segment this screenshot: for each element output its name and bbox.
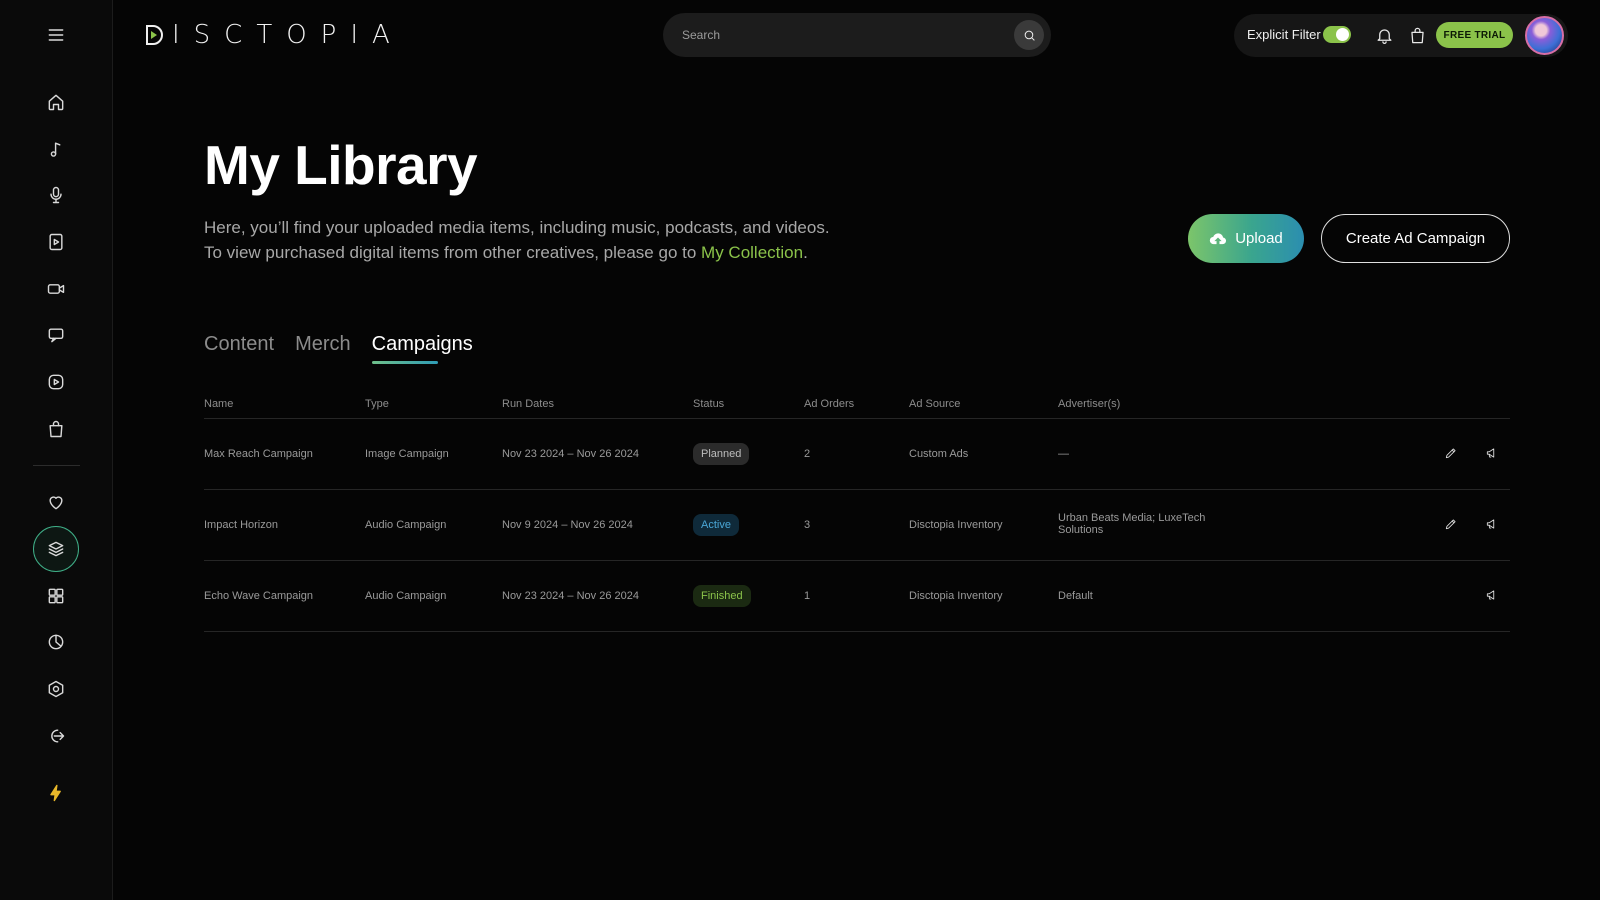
cell-ad-orders: 1 [804, 590, 811, 602]
create-ad-campaign-button[interactable]: Create Ad Campaign [1321, 214, 1510, 263]
status-badge: Finished [693, 585, 751, 607]
upload-button-label: Upload [1235, 230, 1283, 247]
table-header: Name Type Run Dates Status Ad Orders Ad … [204, 394, 1510, 419]
status-badge: Planned [693, 443, 750, 465]
cell-name: Echo Wave Campaign [204, 590, 314, 602]
cell-ad-orders: 3 [804, 519, 811, 531]
table-row[interactable]: Impact Horizon Audio Campaign Nov 9 2024… [204, 490, 1510, 561]
subtitle-line-1: Here, you’ll find your uploaded media it… [204, 218, 830, 237]
video-camera-icon[interactable] [33, 266, 79, 312]
cell-name: Impact Horizon [204, 519, 278, 531]
header-ad-source[interactable]: Ad Source [909, 398, 960, 410]
tab-campaigns[interactable]: Campaigns [371, 333, 473, 364]
header-ad-orders[interactable]: Ad Orders [804, 398, 854, 410]
search-button[interactable] [1014, 20, 1044, 50]
page-subtitle: Here, you’ll find your uploaded media it… [204, 215, 830, 265]
video-file-icon[interactable] [33, 219, 79, 265]
tab-merch[interactable]: Merch [295, 333, 351, 364]
cell-name: Max Reach Campaign [204, 448, 313, 460]
logo-mark-icon [146, 25, 163, 45]
explicit-filter-label: Explicit Filter [1247, 27, 1321, 42]
edit-pencil-icon[interactable] [1441, 443, 1461, 463]
header-name[interactable]: Name [204, 398, 233, 410]
header-run-dates[interactable]: Run Dates [502, 398, 554, 410]
upload-button[interactable]: Upload [1188, 214, 1304, 263]
sidebar [0, 0, 113, 900]
user-avatar[interactable] [1525, 16, 1564, 55]
search-bar [663, 13, 1051, 57]
campaigns-table: Name Type Run Dates Status Ad Orders Ad … [204, 394, 1510, 632]
cloud-upload-icon [1210, 232, 1227, 244]
layers-icon[interactable] [33, 526, 79, 572]
page-title: My Library [204, 134, 478, 196]
cell-advertisers: — [1058, 448, 1069, 460]
heart-icon[interactable] [33, 479, 79, 525]
cart-bag-icon[interactable] [1407, 25, 1427, 45]
music-note-icon[interactable] [33, 126, 79, 172]
cell-ad-source: Custom Ads [909, 448, 969, 460]
pie-chart-icon[interactable] [33, 619, 79, 665]
lightning-icon[interactable] [33, 770, 79, 816]
my-collection-link[interactable]: My Collection [701, 243, 803, 262]
home-icon[interactable] [33, 79, 79, 125]
cell-ad-source: Disctopia Inventory [909, 590, 1003, 602]
megaphone-icon[interactable] [1482, 514, 1502, 534]
search-input[interactable] [682, 28, 1002, 42]
library-tabs: Content Merch Campaigns [204, 333, 473, 364]
app-logo[interactable]: ISCTOPIA [144, 20, 404, 50]
cell-run-dates: Nov 23 2024 – Nov 26 2024 [502, 448, 639, 460]
cell-type: Audio Campaign [365, 590, 447, 602]
sidebar-divider [33, 465, 80, 466]
subtitle-line-2-suffix: . [803, 243, 808, 262]
play-circle-icon[interactable] [33, 359, 79, 405]
microphone-icon[interactable] [33, 172, 79, 218]
header-advertisers[interactable]: Advertiser(s) [1058, 398, 1120, 410]
megaphone-icon[interactable] [1482, 585, 1502, 605]
cell-advertisers: Urban Beats Media; LuxeTech Solutions [1058, 512, 1206, 536]
top-right-toolbar: Explicit Filter FREE TRIAL [1234, 14, 1568, 57]
settings-icon[interactable] [33, 666, 79, 712]
subtitle-line-2: To view purchased digital items from oth… [204, 240, 830, 265]
header-type[interactable]: Type [365, 398, 389, 410]
logo-text: ISCTOPIA [172, 20, 404, 50]
subtitle-line-2-prefix: To view purchased digital items from oth… [204, 243, 702, 262]
notification-bell-icon[interactable] [1374, 25, 1394, 45]
status-badge: Active [693, 514, 739, 536]
search-icon [1024, 30, 1035, 41]
logout-icon[interactable] [33, 713, 79, 759]
cell-run-dates: Nov 9 2024 – Nov 26 2024 [502, 519, 633, 531]
cell-type: Image Campaign [365, 448, 449, 460]
shopping-bag-icon[interactable] [33, 406, 79, 452]
cell-type: Audio Campaign [365, 519, 447, 531]
menu-icon[interactable] [33, 12, 79, 58]
free-trial-button[interactable]: FREE TRIAL [1436, 22, 1513, 48]
tab-content[interactable]: Content [204, 333, 274, 364]
cell-ad-orders: 2 [804, 448, 811, 460]
cell-advertisers: Default [1058, 590, 1093, 602]
header-status[interactable]: Status [693, 398, 724, 410]
table-row[interactable]: Max Reach Campaign Image Campaign Nov 23… [204, 419, 1510, 490]
edit-pencil-icon[interactable] [1441, 514, 1461, 534]
explicit-filter-toggle[interactable] [1323, 26, 1351, 43]
table-row[interactable]: Echo Wave Campaign Audio Campaign Nov 23… [204, 561, 1510, 632]
cell-ad-source: Disctopia Inventory [909, 519, 1003, 531]
grid-icon[interactable] [33, 573, 79, 619]
chat-icon[interactable] [33, 312, 79, 358]
megaphone-icon[interactable] [1482, 443, 1502, 463]
cell-run-dates: Nov 23 2024 – Nov 26 2024 [502, 590, 639, 602]
